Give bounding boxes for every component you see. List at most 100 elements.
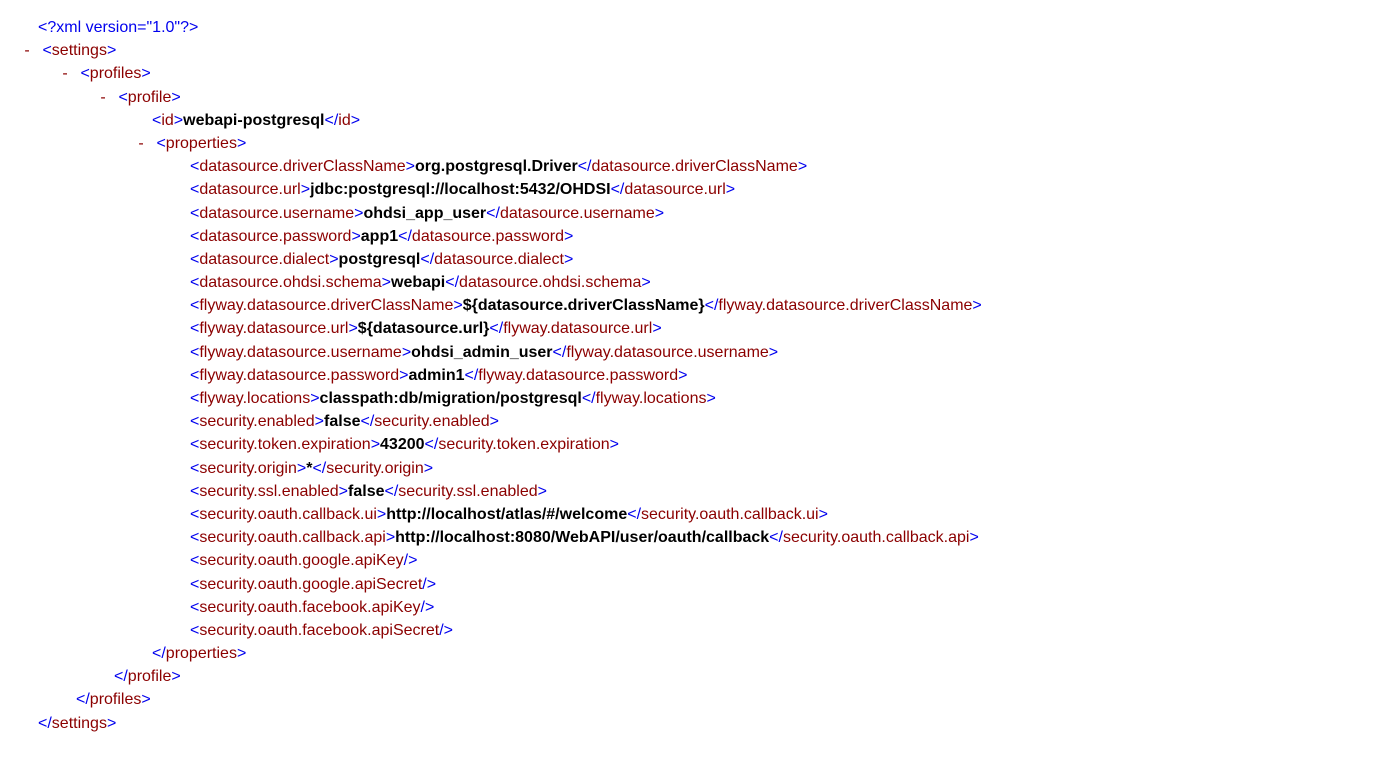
profile-close-tag: </profile> bbox=[114, 668, 181, 685]
property-value: classpath:db/migration/postgresql bbox=[320, 390, 582, 407]
property-row: <security.enabled>false</security.enable… bbox=[8, 410, 1372, 433]
property-close-tag: </flyway.datasource.url> bbox=[489, 320, 661, 337]
xml-declaration-row: <?xml version="1.0"?> bbox=[8, 16, 1372, 39]
property-value: ${datasource.driverClassName} bbox=[463, 297, 705, 314]
property-open-tag: <security.oauth.callback.ui> bbox=[190, 506, 386, 523]
property-value: ${datasource.url} bbox=[358, 320, 490, 337]
property-close-tag: </security.oauth.callback.ui> bbox=[627, 506, 828, 523]
profiles-close-row: </profiles> bbox=[8, 688, 1372, 711]
properties-close-row: </properties> bbox=[8, 642, 1372, 665]
property-open-tag: <security.oauth.callback.api> bbox=[190, 529, 395, 546]
property-row: <flyway.datasource.username>ohdsi_admin_… bbox=[8, 341, 1372, 364]
property-close-tag: </datasource.password> bbox=[398, 228, 573, 245]
property-close-tag: </datasource.url> bbox=[611, 181, 736, 198]
property-row: <datasource.driverClassName>org.postgres… bbox=[8, 155, 1372, 178]
property-open-tag: <flyway.datasource.username> bbox=[190, 344, 411, 361]
profiles-close-tag: </profiles> bbox=[76, 691, 151, 708]
property-open-tag: <datasource.ohdsi.schema> bbox=[190, 274, 391, 291]
property-row: <datasource.dialect>postgresql</datasour… bbox=[8, 248, 1372, 271]
property-open-tag: <datasource.url> bbox=[190, 181, 310, 198]
property-open-tag: <security.token.expiration> bbox=[190, 436, 380, 453]
id-close-tag: </id> bbox=[325, 112, 361, 129]
property-open-tag: <flyway.locations> bbox=[190, 390, 320, 407]
property-open-tag: <security.oauth.google.apiSecret/> bbox=[190, 576, 436, 593]
property-open-tag: <datasource.password> bbox=[190, 228, 361, 245]
settings-close-row: </settings> bbox=[8, 712, 1372, 735]
property-row: <security.oauth.google.apiKey/> bbox=[8, 549, 1372, 572]
property-row: <security.oauth.callback.ui>http://local… bbox=[8, 503, 1372, 526]
property-value: webapi bbox=[391, 274, 445, 291]
xml-declaration: <?xml version="1.0"?> bbox=[38, 19, 198, 36]
properties-items: <datasource.driverClassName>org.postgres… bbox=[8, 155, 1372, 642]
property-row: <flyway.datasource.url>${datasource.url}… bbox=[8, 317, 1372, 340]
property-close-tag: </flyway.datasource.password> bbox=[465, 367, 688, 384]
property-row: <flyway.locations>classpath:db/migration… bbox=[8, 387, 1372, 410]
property-close-tag: </datasource.username> bbox=[486, 205, 664, 222]
property-value: ohdsi_app_user bbox=[363, 205, 486, 222]
property-open-tag: <security.origin> bbox=[190, 460, 306, 477]
property-open-tag: <security.ssl.enabled> bbox=[190, 483, 348, 500]
property-row: <datasource.username>ohdsi_app_user</dat… bbox=[8, 202, 1372, 225]
property-close-tag: </security.enabled> bbox=[360, 413, 498, 430]
property-close-tag: </datasource.ohdsi.schema> bbox=[445, 274, 650, 291]
properties-close-tag: </properties> bbox=[152, 645, 246, 662]
property-value: admin1 bbox=[408, 367, 464, 384]
property-open-tag: <security.enabled> bbox=[190, 413, 324, 430]
property-open-tag: <security.oauth.facebook.apiKey/> bbox=[190, 599, 434, 616]
properties-open-row: - <properties> bbox=[8, 132, 1372, 155]
property-row: <security.ssl.enabled>false</security.ss… bbox=[8, 480, 1372, 503]
property-value: 43200 bbox=[380, 436, 425, 453]
property-open-tag: <datasource.username> bbox=[190, 205, 363, 222]
property-open-tag: <datasource.dialect> bbox=[190, 251, 339, 268]
property-close-tag: </security.ssl.enabled> bbox=[384, 483, 546, 500]
settings-open-row: - <settings> bbox=[8, 39, 1372, 62]
toggle-properties[interactable]: - bbox=[134, 132, 148, 155]
property-close-tag: </datasource.dialect> bbox=[420, 251, 573, 268]
profile-close-row: </profile> bbox=[8, 665, 1372, 688]
property-value: false bbox=[324, 413, 360, 430]
property-row: <flyway.datasource.driverClassName>${dat… bbox=[8, 294, 1372, 317]
property-close-tag: </security.origin> bbox=[312, 460, 433, 477]
property-open-tag: <security.oauth.facebook.apiSecret/> bbox=[190, 622, 453, 639]
property-open-tag: <security.oauth.google.apiKey/> bbox=[190, 552, 417, 569]
property-row: <datasource.url>jdbc:postgresql://localh… bbox=[8, 178, 1372, 201]
property-value: ohdsi_admin_user bbox=[411, 344, 552, 361]
toggle-settings[interactable]: - bbox=[20, 39, 34, 62]
id-row: <id>webapi-postgresql</id> bbox=[8, 109, 1372, 132]
property-close-tag: </flyway.locations> bbox=[582, 390, 716, 407]
profile-open-row: - <profile> bbox=[8, 86, 1372, 109]
property-row: <security.origin>*</security.origin> bbox=[8, 457, 1372, 480]
toggle-profile[interactable]: - bbox=[96, 86, 110, 109]
property-open-tag: <flyway.datasource.password> bbox=[190, 367, 408, 384]
property-open-tag: <flyway.datasource.url> bbox=[190, 320, 358, 337]
property-value: org.postgresql.Driver bbox=[415, 158, 578, 175]
property-row: <security.token.expiration>43200</securi… bbox=[8, 433, 1372, 456]
property-row: <security.oauth.facebook.apiKey/> bbox=[8, 596, 1372, 619]
property-value: false bbox=[348, 483, 384, 500]
property-row: <datasource.ohdsi.schema>webapi</datasou… bbox=[8, 271, 1372, 294]
property-value: http://localhost:8080/WebAPI/user/oauth/… bbox=[395, 529, 769, 546]
property-row: <flyway.datasource.password>admin1</flyw… bbox=[8, 364, 1372, 387]
profiles-open-row: - <profiles> bbox=[8, 62, 1372, 85]
property-row: <security.oauth.callback.api>http://loca… bbox=[8, 526, 1372, 549]
id-open-tag: <id> bbox=[152, 112, 183, 129]
property-value: jdbc:postgresql://localhost:5432/OHDSI bbox=[310, 181, 611, 198]
profile-open-tag: <profile> bbox=[118, 89, 180, 106]
property-open-tag: <datasource.driverClassName> bbox=[190, 158, 415, 175]
property-value: http://localhost/atlas/#/welcome bbox=[386, 506, 627, 523]
property-row: <security.oauth.google.apiSecret/> bbox=[8, 573, 1372, 596]
settings-close-tag: </settings> bbox=[38, 715, 116, 732]
toggle-profiles[interactable]: - bbox=[58, 62, 72, 85]
property-value: postgresql bbox=[339, 251, 421, 268]
property-value: app1 bbox=[361, 228, 398, 245]
property-close-tag: </flyway.datasource.driverClassName> bbox=[705, 297, 982, 314]
property-close-tag: </datasource.driverClassName> bbox=[578, 158, 807, 175]
property-row: <datasource.password>app1</datasource.pa… bbox=[8, 225, 1372, 248]
profiles-open-tag: <profiles> bbox=[80, 65, 150, 82]
settings-open-tag: <settings> bbox=[42, 42, 116, 59]
property-close-tag: </security.token.expiration> bbox=[425, 436, 619, 453]
property-row: <security.oauth.facebook.apiSecret/> bbox=[8, 619, 1372, 642]
xml-tree-view: <?xml version="1.0"?> - <settings> - <pr… bbox=[0, 0, 1380, 759]
properties-open-tag: <properties> bbox=[156, 135, 246, 152]
property-close-tag: </flyway.datasource.username> bbox=[553, 344, 779, 361]
